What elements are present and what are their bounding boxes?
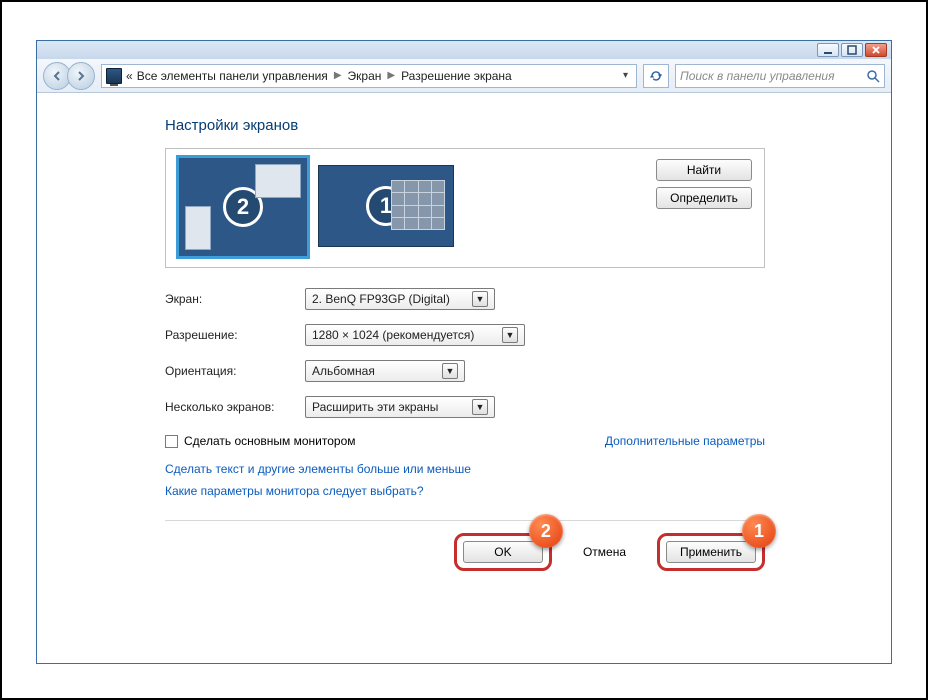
breadcrumb-item-1[interactable]: Все элементы панели управления xyxy=(137,69,328,83)
screen-label: Экран: xyxy=(165,292,305,306)
navbar: « Все элементы панели управления ▶ Экран… xyxy=(37,59,891,93)
text-size-link[interactable]: Сделать текст и другие элементы больше и… xyxy=(165,462,891,476)
resolution-label: Разрешение: xyxy=(165,328,305,342)
ok-button[interactable]: OK xyxy=(463,541,543,563)
callout-badge-1: 1 xyxy=(742,514,776,548)
screen-select[interactable]: 2. BenQ FP93GP (Digital) ▼ xyxy=(305,288,495,310)
search-placeholder: Поиск в панели управления xyxy=(680,69,835,83)
multi-label: Несколько экранов: xyxy=(165,400,305,414)
find-button[interactable]: Найти xyxy=(656,159,752,181)
control-panel-icon xyxy=(106,68,122,84)
address-bar[interactable]: « Все элементы панели управления ▶ Экран… xyxy=(101,64,637,88)
mini-window-icon xyxy=(185,206,211,250)
orientation-value: Альбомная xyxy=(312,364,375,378)
breadcrumb-item-3[interactable]: Разрешение экрана xyxy=(401,69,512,83)
window: « Все элементы панели управления ▶ Экран… xyxy=(36,40,892,664)
cancel-button[interactable]: Отмена xyxy=(575,542,634,562)
monitor-1[interactable]: 1 xyxy=(318,165,454,247)
chevron-down-icon: ▼ xyxy=(442,363,458,379)
make-primary-checkbox[interactable] xyxy=(165,435,178,448)
button-row: 2 OK Отмена 1 Применить xyxy=(165,520,765,571)
orientation-select[interactable]: Альбомная ▼ xyxy=(305,360,465,382)
cancel-wrap: Отмена xyxy=(566,534,643,570)
ok-highlight: 2 OK xyxy=(454,533,552,571)
search-icon xyxy=(866,69,880,86)
settings-form: Экран: 2. BenQ FP93GP (Digital) ▼ Разреш… xyxy=(165,288,891,418)
resolution-value: 1280 × 1024 (рекомендуется) xyxy=(312,328,474,342)
detect-button[interactable]: Определить xyxy=(656,187,752,209)
help-links: Сделать текст и другие элементы больше и… xyxy=(165,462,891,498)
screen-value: 2. BenQ FP93GP (Digital) xyxy=(312,292,450,306)
chevron-down-icon: ▼ xyxy=(472,291,488,307)
dropdown-icon[interactable]: ▾ xyxy=(619,70,632,81)
minimize-button[interactable] xyxy=(817,43,839,57)
monitor-2[interactable]: 2 xyxy=(178,157,308,257)
advanced-settings-link[interactable]: Дополнительные параметры xyxy=(605,434,765,448)
nav-arrows xyxy=(43,62,95,90)
resolution-select[interactable]: 1280 × 1024 (рекомендуется) ▼ xyxy=(305,324,525,346)
multi-display-select[interactable]: Расширить эти экраны ▼ xyxy=(305,396,495,418)
content-area: Настройки экранов 2 1 Найти Определить xyxy=(37,93,891,663)
multi-value: Расширить эти экраны xyxy=(312,400,438,414)
orientation-label: Ориентация: xyxy=(165,364,305,378)
maximize-button[interactable] xyxy=(841,43,863,57)
apply-button[interactable]: Применить xyxy=(666,541,756,563)
chevron-icon: ▶ xyxy=(385,70,397,81)
chevron-down-icon: ▼ xyxy=(472,399,488,415)
callout-badge-2: 2 xyxy=(529,514,563,548)
breadcrumb-prefix: « xyxy=(126,69,133,83)
breadcrumb-item-2[interactable]: Экран xyxy=(348,69,382,83)
apply-highlight: 1 Применить xyxy=(657,533,765,571)
make-primary-row: Сделать основным монитором Дополнительны… xyxy=(165,434,765,448)
page-title: Настройки экранов xyxy=(165,117,891,134)
keypad-icon xyxy=(391,180,445,230)
chevron-down-icon: ▼ xyxy=(502,327,518,343)
mini-window-icon xyxy=(255,164,301,198)
which-params-link[interactable]: Какие параметры монитора следует выбрать… xyxy=(165,484,891,498)
make-primary-label: Сделать основным монитором xyxy=(184,434,356,448)
forward-button[interactable] xyxy=(67,62,95,90)
chevron-icon: ▶ xyxy=(332,70,344,81)
search-input[interactable]: Поиск в панели управления xyxy=(675,64,885,88)
close-button[interactable] xyxy=(865,43,887,57)
refresh-button[interactable] xyxy=(643,64,669,88)
titlebar xyxy=(37,41,891,59)
display-preview: 2 1 Найти Определить xyxy=(165,148,765,268)
